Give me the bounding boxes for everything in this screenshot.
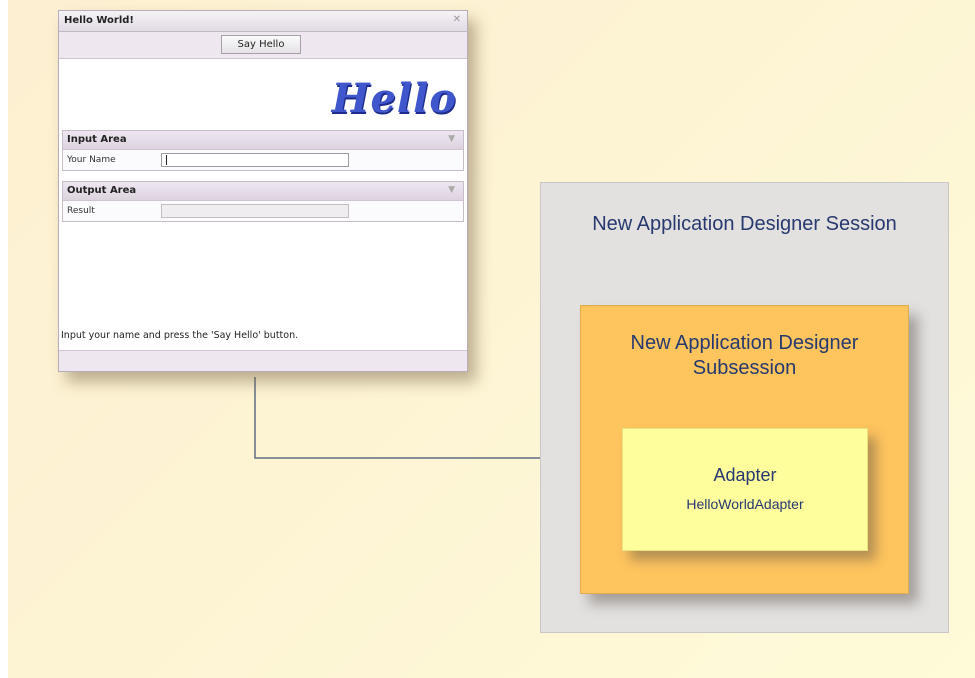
window-statusbar	[59, 350, 467, 371]
input-area-section: Input Area ▼ Your Name	[62, 130, 464, 171]
status-message: Input your name and press the 'Say Hello…	[61, 330, 299, 341]
connector-line	[254, 377, 560, 459]
result-label: Result	[67, 206, 95, 216]
diagram-canvas: New Application Designer Session New App…	[8, 0, 975, 678]
chevron-down-icon[interactable]: ▼	[448, 134, 455, 144]
your-name-input[interactable]	[161, 153, 349, 167]
your-name-label: Your Name	[67, 155, 116, 165]
result-row: Result	[63, 201, 463, 221]
your-name-row: Your Name	[63, 150, 463, 170]
output-area-section: Output Area ▼ Result	[62, 181, 464, 222]
subsession-label: New Application Designer Subsession	[581, 331, 908, 381]
session-label: New Application Designer Session	[592, 213, 897, 235]
input-area-header[interactable]: Input Area ▼	[63, 131, 463, 150]
hello-world-window: Hello World! ✕ Say Hello Hello Input Are…	[58, 10, 468, 372]
window-titlebar: Hello World! ✕	[59, 11, 467, 32]
adapter-box: Adapter HelloWorldAdapter	[622, 428, 868, 551]
subsession-label-line2: Subsession	[692, 357, 797, 379]
subsession-label-line1: New Application Designer	[630, 332, 859, 354]
result-field	[161, 204, 349, 218]
window-toolbar: Say Hello	[59, 32, 467, 59]
chevron-down-icon[interactable]: ▼	[448, 185, 455, 195]
adapter-label: Adapter	[713, 465, 777, 485]
output-area-header[interactable]: Output Area ▼	[63, 182, 463, 201]
say-hello-button[interactable]: Say Hello	[221, 35, 301, 54]
input-area-title: Input Area	[67, 134, 127, 145]
window-title: Hello World!	[64, 15, 134, 26]
hello-logo-image: Hello	[331, 75, 457, 122]
text-cursor	[166, 155, 167, 165]
close-icon[interactable]: ✕	[453, 14, 461, 25]
output-area-title: Output Area	[67, 185, 137, 196]
adapter-class-name: HelloWorldAdapter	[686, 496, 804, 512]
